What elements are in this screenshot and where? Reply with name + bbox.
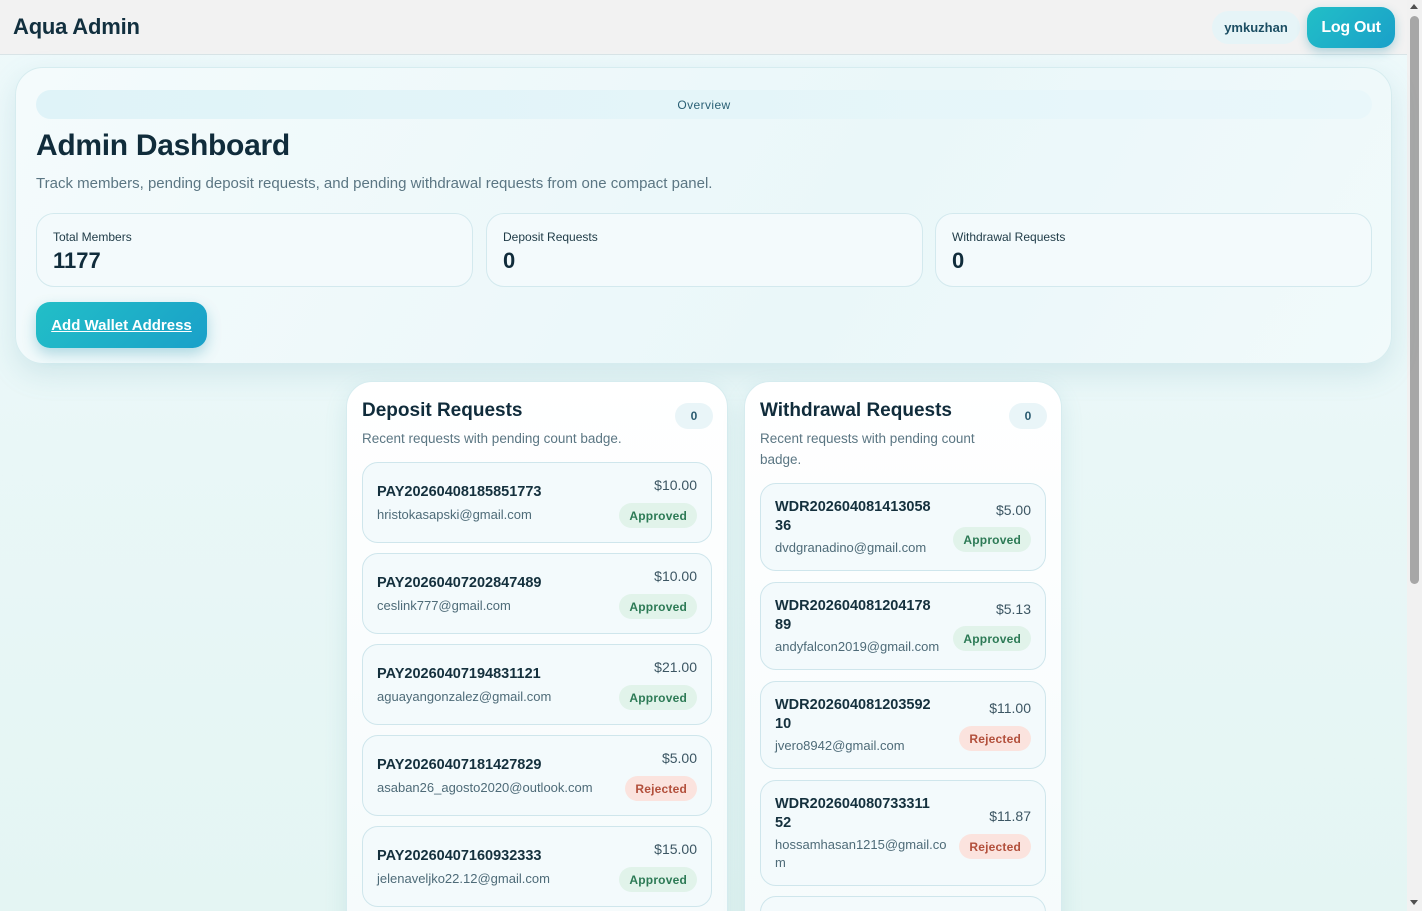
request-amount: $5.00 xyxy=(661,750,697,766)
request-id: WDR202604081413058 36 xyxy=(775,498,931,536)
status-badge: Approved xyxy=(619,594,697,619)
withdrawal-panel-title: Withdrawal Requests xyxy=(760,400,952,421)
request-email: ceslink777@gmail.com xyxy=(377,598,511,613)
request-id: WDR202604081204178 89 xyxy=(775,597,931,635)
withdrawal-requests-panel: Withdrawal Requests 0 Recent requests wi… xyxy=(744,381,1062,911)
stat-label: Withdrawal Requests xyxy=(952,230,1066,244)
deposit-request-card[interactable]: PAY20260407160932333 jelenaveljko22.12@g… xyxy=(362,826,712,907)
request-amount: $5.00 xyxy=(995,502,1031,518)
withdrawal-request-card[interactable] xyxy=(760,896,1046,911)
status-badge: Rejected xyxy=(959,726,1031,751)
request-email: andyfalcon2019@gmail.com xyxy=(775,639,940,654)
stat-withdrawal-requests: Withdrawal Requests 0 xyxy=(935,213,1372,287)
request-id-line: WDR202604081203592 xyxy=(775,697,931,713)
page-title: Admin Dashboard xyxy=(36,129,290,162)
scroll-down-arrow-icon[interactable] xyxy=(1410,900,1418,905)
request-id-line: WDR202604081204178 xyxy=(775,598,931,614)
deposit-panel-title: Deposit Requests xyxy=(362,400,523,421)
status-badge: Approved xyxy=(953,626,1031,651)
top-bar: Aqua Admin ymkuzhan Log Out xyxy=(0,0,1407,55)
deposit-count-badge: 0 xyxy=(675,403,713,429)
stat-label: Total Members xyxy=(53,230,132,244)
scroll-up-arrow-icon[interactable] xyxy=(1410,4,1418,9)
request-amount: $10.00 xyxy=(654,568,697,584)
request-amount: $11.87 xyxy=(989,808,1031,824)
stat-total-members: Total Members 1177 xyxy=(36,213,473,287)
request-amount: $15.00 xyxy=(654,841,697,857)
scroll-thumb[interactable] xyxy=(1410,16,1419,584)
deposit-requests-panel: Deposit Requests 0 Recent requests with … xyxy=(346,381,728,911)
stat-label: Deposit Requests xyxy=(503,230,598,244)
request-amount: $11.00 xyxy=(989,700,1031,716)
withdrawal-request-card[interactable]: WDR202604081204178 89 andyfalcon2019@gma… xyxy=(760,582,1046,670)
brand-title: Aqua Admin xyxy=(13,14,140,39)
request-id: PAY20260407194831121 xyxy=(377,666,541,682)
withdrawal-request-card[interactable]: WDR202604081413058 36 dvdgranadino@gmail… xyxy=(760,483,1046,571)
request-id: PAY20260408185851773 xyxy=(377,484,542,500)
request-id: PAY20260407202847489 xyxy=(377,575,542,591)
request-amount: $21.00 xyxy=(654,659,697,675)
request-id-line: WDR202604081413058 xyxy=(775,499,931,515)
request-email: aguayangonzalez@gmail.com xyxy=(377,689,552,704)
request-email-line: hossamhasan1215@gmail.co xyxy=(775,837,947,852)
request-id-line: 36 xyxy=(775,518,792,534)
request-email: hristokasapski@gmail.com xyxy=(377,507,532,522)
request-email: dvdgranadino@gmail.com xyxy=(775,540,927,555)
page-subtitle: Track members, pending deposit requests,… xyxy=(36,175,713,192)
deposit-request-card[interactable]: PAY20260407194831121 aguayangonzalez@gma… xyxy=(362,644,712,725)
request-id-line: 89 xyxy=(775,617,792,633)
withdrawal-request-card[interactable]: WDR202604080733311 52 hossamhasan1215@gm… xyxy=(760,780,1046,886)
request-id-line: 10 xyxy=(775,716,792,732)
dashboard-hero: Overview Admin Dashboard Track members, … xyxy=(15,67,1392,364)
status-badge: Rejected xyxy=(959,834,1031,859)
request-email: jelenaveljko22.12@gmail.com xyxy=(377,871,550,886)
request-email-line: m xyxy=(775,855,786,870)
deposit-panel-subtitle: Recent requests with pending count badge… xyxy=(362,431,622,446)
status-badge: Approved xyxy=(619,867,697,892)
stat-value: 1177 xyxy=(53,248,101,273)
deposit-request-card[interactable]: PAY20260407181427829 asaban26_agosto2020… xyxy=(362,735,712,816)
request-id-line: 52 xyxy=(775,815,792,831)
request-email: asaban26_agosto2020@outlook.com xyxy=(377,780,593,795)
request-id: PAY20260407181427829 xyxy=(377,757,542,773)
subtitle-line: badge. xyxy=(760,452,802,467)
stat-value: 0 xyxy=(952,248,965,273)
withdrawal-request-card[interactable]: WDR202604081203592 10 jvero8942@gmail.co… xyxy=(760,681,1046,769)
request-id: WDR202604081203592 10 xyxy=(775,696,931,734)
request-id-line: WDR202604080733311 xyxy=(775,796,930,812)
request-email: jvero8942@gmail.com xyxy=(775,738,905,753)
stat-deposit-requests: Deposit Requests 0 xyxy=(486,213,923,287)
overview-label: Overview xyxy=(36,90,1372,119)
deposit-request-card[interactable]: PAY20260408185851773 hristokasapski@gmai… xyxy=(362,462,712,543)
request-email: hossamhasan1215@gmail.co m xyxy=(775,836,946,872)
status-badge: Approved xyxy=(619,685,697,710)
status-badge: Approved xyxy=(619,503,697,528)
status-badge: Rejected xyxy=(625,776,697,801)
withdrawal-count-badge: 0 xyxy=(1009,403,1047,429)
request-amount: $5.13 xyxy=(995,601,1031,617)
status-badge: Approved xyxy=(953,527,1031,552)
request-amount: $10.00 xyxy=(654,477,697,493)
request-id: PAY20260407160932333 xyxy=(377,848,542,864)
logout-button[interactable]: Log Out xyxy=(1307,7,1395,48)
page-scrollbar[interactable] xyxy=(1407,0,1422,911)
stat-value: 0 xyxy=(503,248,516,273)
deposit-request-card[interactable]: PAY20260407202847489 ceslink777@gmail.co… xyxy=(362,553,712,634)
request-id: WDR202604080733311 52 xyxy=(775,795,930,833)
withdrawal-panel-subtitle: Recent requests with pending count badge… xyxy=(760,428,975,470)
add-wallet-address-button[interactable]: Add Wallet Address xyxy=(36,302,207,348)
subtitle-line: Recent requests with pending count xyxy=(760,431,975,446)
user-badge[interactable]: ymkuzhan xyxy=(1212,11,1300,44)
